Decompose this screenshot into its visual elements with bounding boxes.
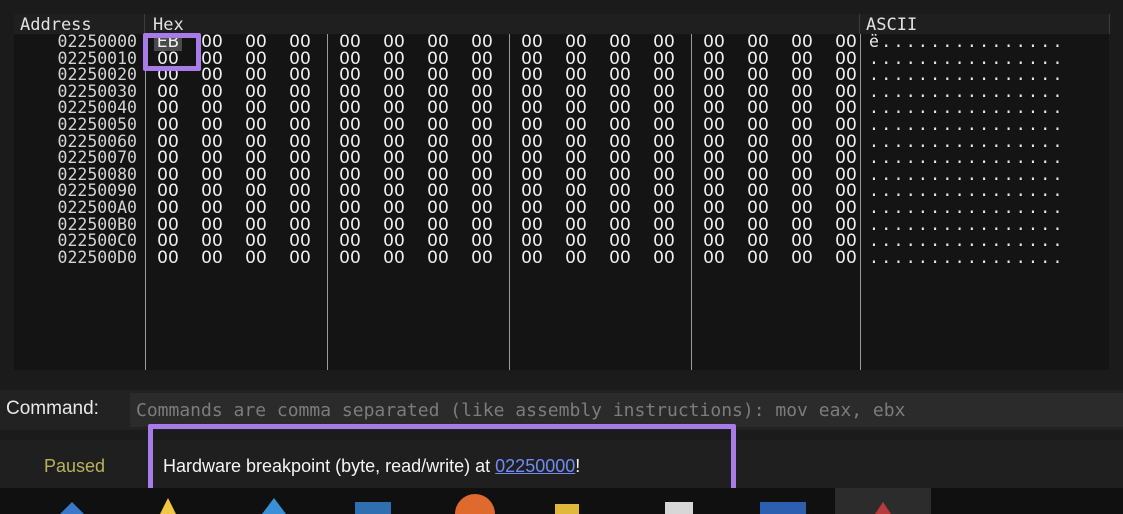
address-header-cell[interactable]: Address [14, 14, 145, 35]
taskbar [0, 488, 1123, 514]
window-icon[interactable] [665, 502, 693, 514]
address-cell[interactable]: 022500D0 [14, 249, 141, 267]
explorer-icon[interactable] [455, 494, 495, 514]
ascii-column: ë.......................................… [865, 33, 1109, 267]
hex-byte[interactable]: 00 [520, 249, 544, 267]
hex-byte[interactable]: 00 [608, 249, 632, 267]
ascii-header: ASCII [866, 15, 918, 35]
terminal-icon[interactable] [262, 498, 286, 514]
command-label: Command: [6, 398, 99, 419]
hex-byte[interactable]: 00 [746, 249, 770, 267]
hex-byte[interactable]: 00 [244, 249, 268, 267]
app-icon[interactable] [60, 502, 84, 514]
notepad-icon[interactable] [555, 504, 579, 514]
hex-byte[interactable]: 00 [382, 249, 406, 267]
group-divider [327, 34, 328, 370]
taskbar-icons [60, 488, 931, 514]
hex-header: Hex [153, 15, 184, 35]
window-icon[interactable] [760, 502, 806, 514]
column-divider [145, 34, 146, 370]
ascii-cell[interactable]: ................ [865, 249, 1109, 267]
debug-state-label: Paused [44, 456, 106, 476]
group-divider [509, 34, 510, 370]
address-column: 02250000 02250010 02250020 02250030 02250040… [14, 33, 141, 267]
hex-byte[interactable]: 00 [338, 249, 362, 267]
hex-byte[interactable]: 00 [790, 249, 814, 267]
hex-byte[interactable]: 00 [702, 249, 726, 267]
hex-byte[interactable]: 00 [156, 249, 180, 267]
hex-byte[interactable]: 00 [834, 249, 858, 267]
hex-header-cell[interactable]: Hex [145, 14, 860, 35]
folder-icon[interactable] [160, 498, 176, 514]
group-divider [691, 34, 692, 370]
hex-row: 00 00 00 00 00 00 00 00 00 00 00 00 00 00 00 00 [149, 249, 859, 267]
command-input[interactable] [130, 393, 1123, 427]
address-header: Address [20, 15, 92, 35]
hex-byte[interactable]: 00 [426, 249, 450, 267]
dump-header: Address Hex ASCII [14, 14, 1110, 35]
hex-column: EB 00 00 00 00 00 00 00 00 00 00 00 00 00 00 00 00 00 00 00… [149, 34, 859, 266]
hex-byte[interactable]: 00 [288, 249, 312, 267]
hex-byte[interactable]: 00 [564, 249, 588, 267]
hex-byte[interactable]: 00 [470, 249, 494, 267]
browser-icon[interactable] [355, 502, 391, 514]
ascii-header-cell[interactable]: ASCII [860, 14, 1110, 35]
hex-byte[interactable]: 00 [200, 249, 224, 267]
column-divider [860, 34, 861, 370]
hex-byte[interactable]: 00 [652, 249, 676, 267]
selected-byte-highlight [143, 33, 201, 71]
